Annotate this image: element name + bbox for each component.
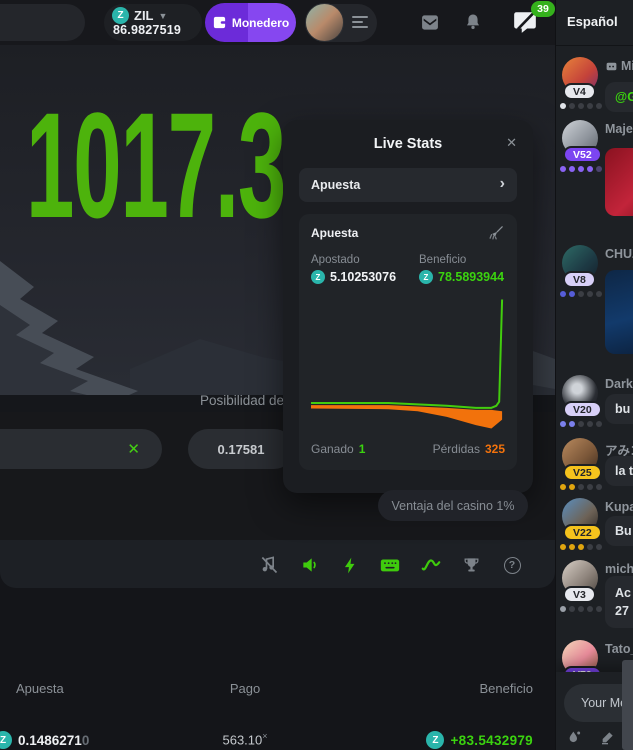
table-row-payout: 563.10× (205, 731, 285, 747)
level-dots (560, 421, 602, 427)
level-dots (560, 484, 602, 490)
chat-username[interactable]: Mi (605, 59, 633, 73)
level-dots (560, 166, 602, 172)
chat-image-message[interactable] (605, 148, 633, 216)
house-edge-badge: Ventaja del casino 1% (378, 490, 528, 521)
hotkeys-icon[interactable] (379, 554, 401, 576)
live-stats-panel: Live Stats ✕ Apuesta › Apuesta Apostado … (283, 120, 533, 493)
level-badge: V22 (563, 524, 602, 541)
chat-message: bu (605, 394, 633, 424)
chat-message: @G (605, 82, 633, 112)
rain-icon[interactable] (566, 729, 582, 750)
stats-card-title: Apuesta (311, 226, 358, 240)
notification-badge: 39 (531, 1, 555, 17)
chat-username[interactable]: CHUZ (605, 247, 633, 261)
win-chance-label: Posibilidad de (200, 393, 284, 408)
popup-edge (622, 660, 633, 750)
chat-username[interactable]: Dark (605, 377, 633, 391)
menu-icon[interactable] (352, 16, 368, 31)
avatar[interactable] (305, 3, 344, 42)
stats-mode-dropdown[interactable]: Apuesta › (299, 168, 517, 202)
chat-message: Bu (605, 516, 633, 546)
win-chance-input[interactable] (188, 429, 294, 469)
level-badge: V20 (563, 401, 602, 418)
chevron-down-icon: ▼ (159, 11, 168, 21)
zil-coin-icon: Z (311, 270, 325, 284)
level-dots (560, 544, 602, 550)
reset-stats-icon[interactable] (488, 224, 505, 246)
currency-selector[interactable]: Z ZIL ▼ 86.9827519 (104, 4, 202, 41)
music-off-icon[interactable] (258, 554, 280, 576)
app-root: 1017.3 Posibilidad de ✕ Ventaja del casi… (0, 0, 633, 750)
live-stats-title: Live Stats (283, 136, 533, 152)
level-dots (560, 291, 602, 297)
stats-footer: Ganado1 Pérdidas325 (311, 442, 505, 456)
chat-header: Español (556, 0, 633, 45)
level-dots (560, 103, 602, 109)
search-input[interactable] (0, 4, 85, 41)
wallet-balance: 86.9827519 (113, 23, 181, 37)
stats-card: Apuesta Apostado Z 5.10253076 Beneficio … (299, 214, 517, 470)
table-row-profit: Z +83.5432979 (426, 731, 533, 749)
chat-username[interactable]: Maje (605, 122, 633, 136)
trends-icon[interactable] (420, 554, 442, 576)
close-icon[interactable]: ✕ (506, 135, 517, 151)
inbox-icon[interactable] (418, 13, 442, 37)
wagered-label: Apostado (311, 254, 360, 266)
level-badge: V3 (563, 586, 596, 603)
instant-bet-icon[interactable] (339, 554, 361, 576)
chat-username[interactable]: mich (605, 562, 633, 576)
help-icon[interactable]: ? (501, 554, 523, 576)
profit-label: Beneficio (419, 254, 466, 266)
chat-language-selector[interactable]: Español (567, 14, 618, 29)
wallet-icon (212, 15, 227, 30)
table-header-profit: Beneficio (480, 681, 533, 696)
profit-value: Z 78.5893944 (419, 270, 504, 284)
level-badge: V52 (563, 146, 602, 163)
table-row-bet: Z 0.14862710 (0, 731, 89, 749)
zil-coin-icon: Z (419, 270, 433, 284)
zil-coin-icon: Z (0, 731, 12, 749)
level-badge: V4 (563, 83, 596, 100)
sound-icon[interactable] (299, 554, 321, 576)
chat-message: la t (605, 456, 633, 486)
zil-coin-icon: Z (426, 731, 444, 749)
clan-badge-icon (605, 60, 618, 73)
chat-username[interactable]: Kupa (605, 500, 633, 514)
chat-message: Ac27 (605, 576, 633, 628)
table-header-payout: Pago (205, 681, 285, 696)
multiply-icon: ✕ (127, 440, 140, 458)
chat-username[interactable]: Tato_ (605, 642, 633, 656)
leaderboard-icon[interactable] (460, 554, 482, 576)
table-header-bet: Apuesta (16, 681, 64, 696)
wallet-button[interactable]: Monedero (205, 3, 296, 42)
live-stats-chart (311, 294, 505, 432)
bell-icon[interactable] (463, 12, 483, 37)
level-badge: V25 (563, 464, 602, 481)
chat-image-message[interactable] (605, 270, 633, 354)
level-dots (560, 606, 602, 612)
wagered-value: Z 5.10253076 (311, 270, 396, 284)
crash-multiplier: 1017.3 (26, 90, 285, 240)
payout-multiplier-input[interactable]: ✕ (0, 429, 162, 469)
zil-coin-icon: Z (112, 7, 129, 24)
top-bar: Z ZIL ▼ 86.9827519 Monedero (0, 0, 555, 45)
pencil-icon[interactable] (600, 729, 616, 750)
level-badge: V8 (563, 271, 596, 288)
chevron-right-icon: › (500, 176, 505, 192)
game-toolbar: ? (0, 540, 555, 588)
chat-sidebar: Español V4 Mi @G V52 Maje V8 CHUZ (555, 0, 633, 750)
